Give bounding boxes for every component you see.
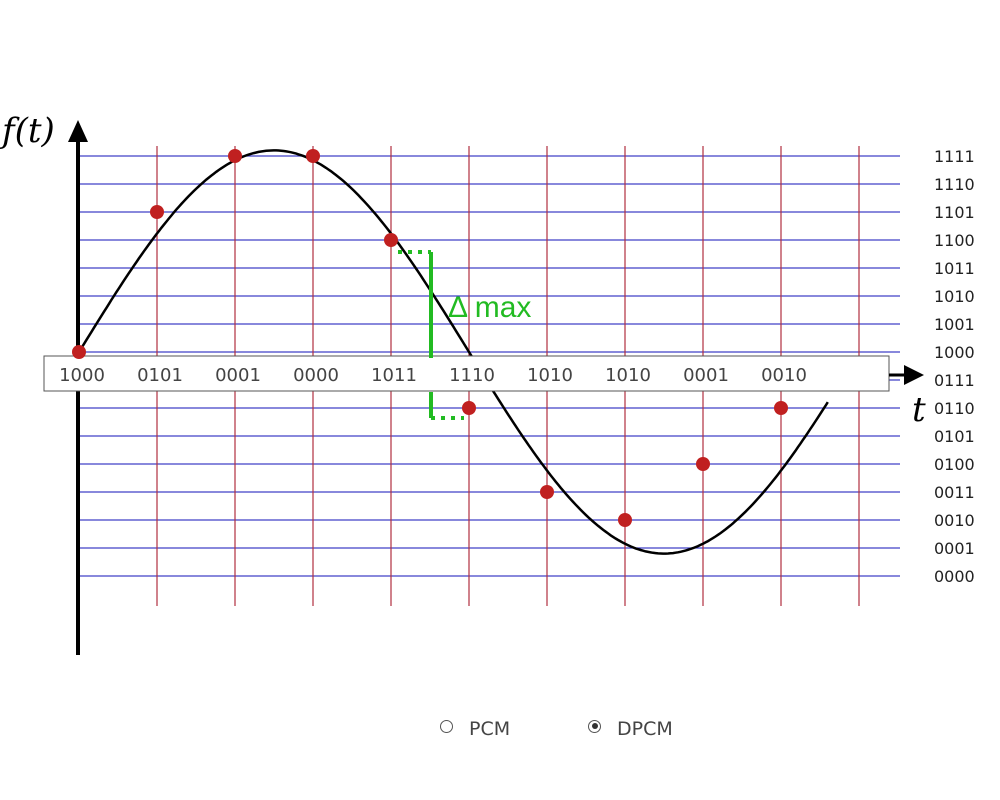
level-label: 1000 bbox=[934, 343, 975, 362]
mode-selector: PCM DPCM bbox=[440, 718, 740, 748]
level-label: 0010 bbox=[934, 511, 975, 530]
quantization-level-labels: 0000 0001 0010 0011 0100 0101 0110 0111 1000 1001… bbox=[934, 147, 975, 586]
y-axis-label: f(t) bbox=[0, 111, 55, 151]
sample-point bbox=[228, 149, 242, 163]
quantization-diagram: 0000 0001 0010 0011 0100 0101 0110 0111 1000 1001… bbox=[0, 111, 975, 655]
sample-point bbox=[306, 149, 320, 163]
level-label: 1011 bbox=[934, 259, 975, 278]
sample-point bbox=[462, 401, 476, 415]
code-label: 0101 bbox=[137, 365, 183, 386]
dpcm-label: DPCM bbox=[617, 718, 673, 740]
sample-point bbox=[696, 457, 710, 471]
level-label: 0000 bbox=[934, 567, 975, 586]
level-label: 0101 bbox=[934, 427, 975, 446]
sample-point bbox=[384, 233, 398, 247]
delta-max-marker: Δ max bbox=[398, 250, 531, 420]
sample-point bbox=[774, 401, 788, 415]
level-label: 1110 bbox=[934, 175, 975, 194]
sample-point bbox=[540, 485, 554, 499]
code-label: 0000 bbox=[293, 365, 339, 386]
level-label: 1100 bbox=[934, 231, 975, 250]
level-label: 1010 bbox=[934, 287, 975, 306]
sample-point bbox=[150, 205, 164, 219]
delta-max-label: Δ max bbox=[448, 291, 531, 324]
code-label: 1010 bbox=[605, 365, 651, 386]
dpcm-radio-icon[interactable] bbox=[588, 719, 601, 733]
y-axis-arrow-icon bbox=[68, 120, 88, 142]
x-axis-label: t bbox=[912, 390, 926, 430]
level-label: 0100 bbox=[934, 455, 975, 474]
pcm-label: PCM bbox=[469, 718, 511, 740]
level-label: 0001 bbox=[934, 539, 975, 558]
level-label: 0111 bbox=[934, 371, 975, 390]
code-label: 0010 bbox=[761, 365, 807, 386]
code-label: 1010 bbox=[527, 365, 573, 386]
pcm-radio-icon[interactable] bbox=[440, 719, 453, 733]
sample-point bbox=[618, 513, 632, 527]
code-label: 0001 bbox=[215, 365, 261, 386]
level-label: 0110 bbox=[934, 399, 975, 418]
level-label: 0011 bbox=[934, 483, 975, 502]
dpcm-radio-option[interactable]: DPCM bbox=[588, 718, 673, 740]
code-label: 1110 bbox=[449, 365, 495, 386]
x-axis-arrow-icon bbox=[904, 365, 924, 385]
pcm-radio-option[interactable]: PCM bbox=[440, 718, 510, 740]
code-label: 1011 bbox=[371, 365, 417, 386]
level-label: 1001 bbox=[934, 315, 975, 334]
code-label: 1000 bbox=[59, 365, 105, 386]
code-label: 0001 bbox=[683, 365, 729, 386]
sample-point bbox=[72, 345, 86, 359]
level-label: 1101 bbox=[934, 203, 975, 222]
level-label: 1111 bbox=[934, 147, 975, 166]
